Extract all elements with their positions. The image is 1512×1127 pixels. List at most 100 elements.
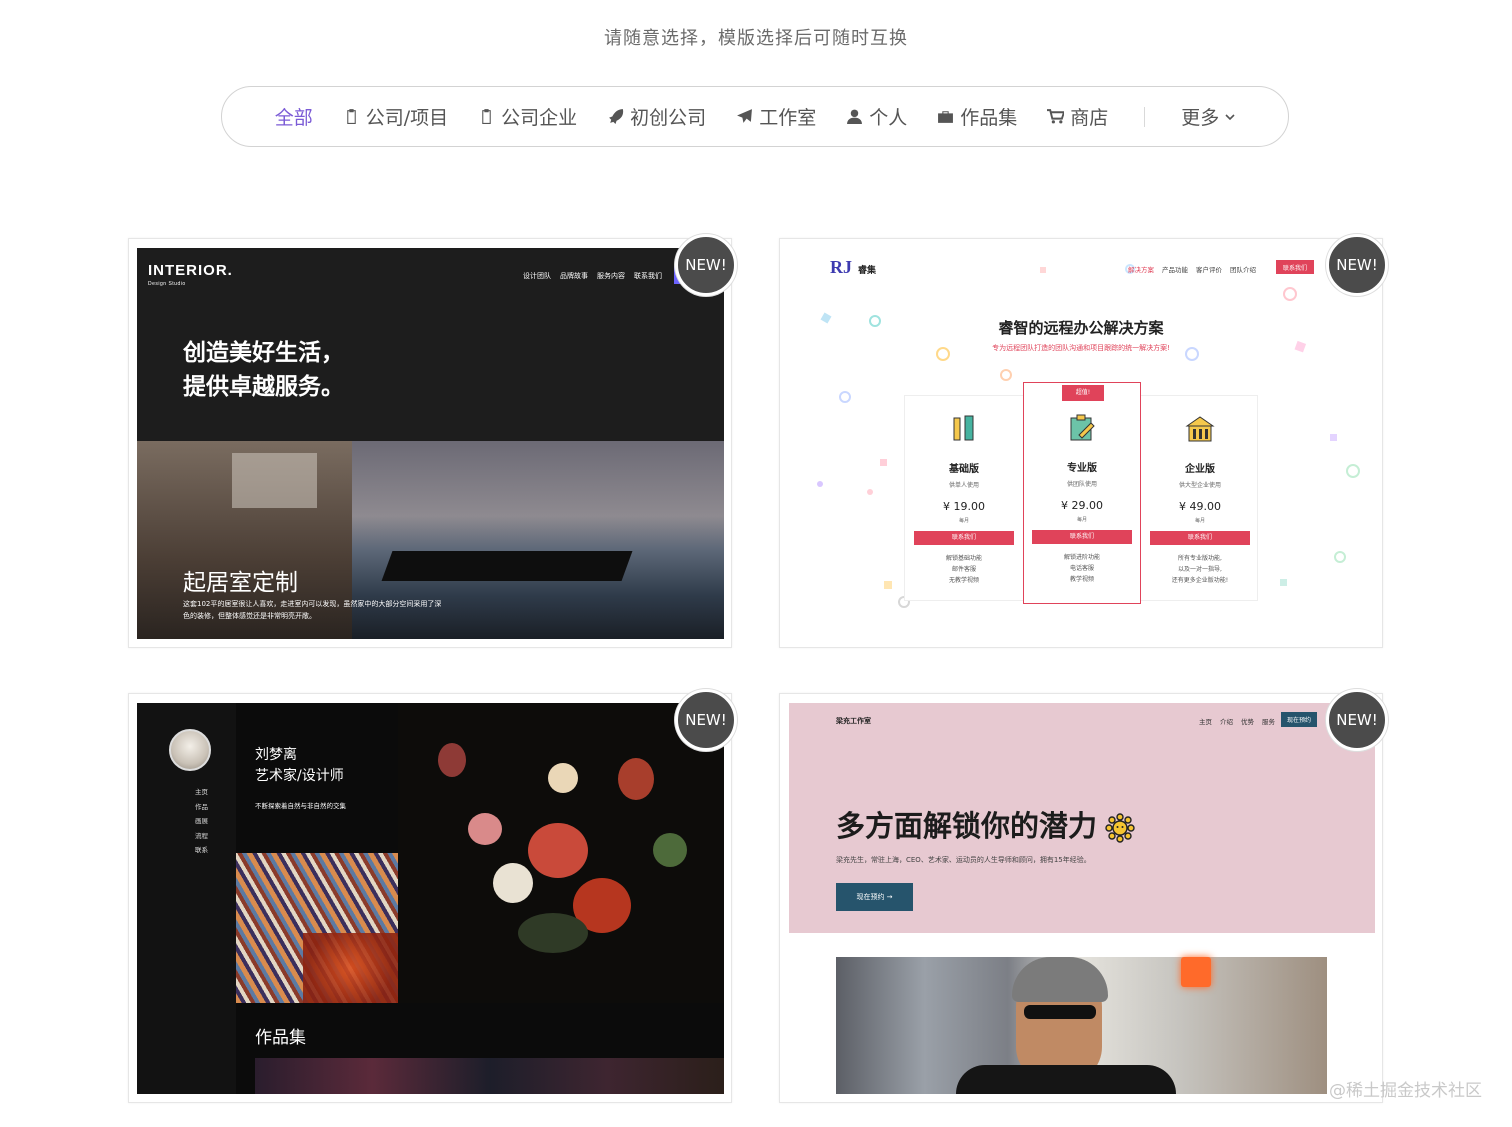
nav-item: 介绍: [1220, 718, 1233, 726]
plan-cta: 联系我们: [1150, 531, 1250, 545]
plan-period: 每月: [1194, 518, 1205, 524]
template-card-coach[interactable]: 梁充工作室 主页 介绍 优势 服务 现在预约 多方面解锁你的潜力 梁充先生，常驻…: [779, 689, 1388, 1103]
logo-text: INTERIOR.: [148, 262, 233, 279]
flower-bloom: [438, 743, 466, 777]
preview-nav: 主页 介绍 优势 服务: [1199, 716, 1275, 726]
filter-startup[interactable]: 初创公司: [607, 103, 706, 130]
template-card-interior[interactable]: INTERIOR. Design Studio 设计团队 品牌故事 服务内容 联系…: [128, 234, 737, 648]
plan-feature: 电话客服: [1069, 565, 1094, 572]
hero-section: 梁充工作室 主页 介绍 优势 服务 现在预约 多方面解锁你的潜力 梁充先生，常驻…: [789, 703, 1375, 933]
plan-tag: 超值!: [1062, 385, 1104, 401]
briefcase-icon: [938, 111, 954, 123]
brand-name: 睿集: [858, 266, 877, 276]
nav-item: 团队介绍: [1230, 266, 1256, 274]
nav-item: 品牌故事: [560, 272, 588, 280]
hero-cta: 现在预约 →: [836, 883, 913, 911]
artist-tagline: 不断探索着自然与非自然的交集: [255, 802, 346, 810]
filter-label: 初创公司: [630, 107, 707, 129]
flower-bloom: [468, 813, 502, 845]
template-preview: 主页 作品 画展 流程 联系 刘梦离艺术家/设计师 不断探索着自然与非自然的交集…: [137, 703, 724, 1094]
filter-enterprise[interactable]: 公司企业: [478, 103, 577, 130]
template-card-saas[interactable]: RJ 睿集 解决方案 产品功能 客户评价 团队介绍 联系我们 睿智的远程办公解决…: [779, 234, 1388, 648]
nav-item: 服务: [1262, 718, 1275, 726]
artwork-strip: [255, 1058, 724, 1094]
plan-feature: 邮件客服: [951, 566, 976, 573]
nav-item: 设计团队: [523, 272, 551, 280]
plan-desc: 供单人使用: [948, 482, 979, 489]
filter-company-project[interactable]: 公司/项目: [343, 103, 448, 130]
flower-bloom: [653, 833, 687, 867]
brand-logo: RJ: [830, 257, 852, 277]
flower-bloom: [528, 823, 588, 878]
plan-price: ¥ 19.00: [943, 500, 985, 513]
preview-logo: INTERIOR. Design Studio: [148, 262, 233, 287]
new-badge: NEW!: [1326, 234, 1388, 296]
flower-bloom: [518, 913, 588, 953]
template-card-artist[interactable]: 主页 作品 画展 流程 联系 刘梦离艺术家/设计师 不断探索着自然与非自然的交集…: [128, 689, 737, 1103]
plan-feature: 无教学视频: [948, 577, 979, 584]
contact-button: 联系我们: [1276, 260, 1314, 274]
filter-portfolio[interactable]: 作品集: [937, 103, 1017, 130]
new-badge: NEW!: [675, 689, 737, 751]
clipboard-icon: [482, 109, 491, 124]
plan-period: 每月: [958, 518, 969, 524]
category-filter-bar: 全部 公司/项目 公司企业 初创公司 工作室 个人 作品集 商店 更多: [221, 86, 1289, 147]
book-button: 现在预约: [1281, 712, 1317, 727]
plan-features: 解锁进阶功能 电话客服 教学视频: [1024, 552, 1140, 585]
plan-name: 专业版: [1067, 463, 1097, 474]
plan-period: 每月: [1076, 517, 1087, 523]
divider: [1144, 106, 1146, 127]
plan-enterprise: 企业版 供大型企业使用 ¥ 49.00 每月 联系我们 所有专业版功能, 以及一对…: [1141, 396, 1259, 602]
plan-features: 所有专业版功能, 以及一对一指导, 还有更多企业版功能!: [1141, 553, 1259, 586]
sidebar: 主页 作品 画展 流程 联系: [137, 703, 236, 1094]
clipboard-icon: [347, 109, 356, 124]
filter-label: 商店: [1070, 107, 1109, 129]
more-dropdown[interactable]: 更多: [1181, 103, 1235, 130]
plan-pro: 超值! 专业版 供团队使用 ¥ 29.00 每月 联系我们 解锁进阶功能 电话客服…: [1023, 382, 1141, 604]
clipboard-pen-icon: [1070, 414, 1095, 441]
user-icon: [847, 109, 863, 124]
hero-title-text: 多方面解锁你的潜力: [836, 809, 1098, 843]
pricing-table: 基础版 供单人使用 ¥ 19.00 每月 联系我们 解锁基础功能 邮件客服无教学视…: [904, 382, 1259, 604]
filter-label: 工作室: [759, 107, 817, 129]
rocket-icon: [609, 109, 624, 124]
logo-subtext: Design Studio: [148, 281, 186, 287]
plan-cta: 联系我们: [1032, 530, 1132, 544]
sun-flower-icon: [1105, 813, 1135, 843]
hero-desc: 梁充先生，常驻上海，CEO、艺术家、运动员的人生导师和顾问，拥有15年经验。: [836, 856, 1091, 864]
filter-personal[interactable]: 个人: [846, 103, 907, 130]
menu-item: 主页: [195, 788, 208, 796]
nav-item: 产品功能: [1162, 266, 1188, 274]
filter-shop[interactable]: 商店: [1047, 103, 1108, 130]
flower-bloom: [548, 763, 578, 793]
photo-table: [381, 551, 633, 581]
hero-title: 多方面解锁你的潜力: [836, 803, 1135, 845]
preview-nav: 设计团队 品牌故事 服务内容 联系我们: [523, 271, 662, 281]
artist-name: 刘梦离艺术家/设计师: [255, 745, 344, 787]
plan-feature: 还有更多企业版功能!: [1171, 577, 1229, 584]
artist-name-line: 刘梦离: [255, 747, 297, 763]
plan-price: ¥ 29.00: [1061, 499, 1103, 512]
artist-title-line: 艺术家/设计师: [255, 768, 344, 784]
brand-name: 梁充工作室: [836, 717, 871, 725]
hero-subtitle: 专为远程团队打造的团队沟通和项目跟踪的统一解决方案!: [992, 344, 1170, 352]
paper-plane-icon: [737, 109, 753, 123]
plan-feature: 教学视频: [1069, 576, 1094, 583]
section-label: 作品集: [255, 1028, 306, 1048]
filter-all[interactable]: 全部: [275, 103, 313, 130]
filter-studio[interactable]: 工作室: [736, 103, 816, 130]
flower-bloom: [493, 863, 533, 903]
portrait-photo: [836, 957, 1327, 1094]
traffic-light: [1181, 957, 1211, 987]
new-badge: NEW!: [1326, 689, 1388, 751]
plan-desc: 供团队使用: [1066, 481, 1097, 488]
more-label: 更多: [1181, 107, 1220, 129]
cart-icon: [1047, 109, 1065, 124]
template-preview: 梁充工作室 主页 介绍 优势 服务 现在预约 多方面解锁你的潜力 梁充先生，常驻…: [789, 703, 1375, 1094]
plan-feature: 解锁基础功能: [945, 555, 982, 562]
plan-name: 基础版: [949, 464, 979, 475]
pen-ruler-icon: [953, 415, 974, 441]
building-icon: [1185, 416, 1215, 442]
nav-item: 优势: [1241, 718, 1254, 726]
photo-shirt: [956, 1065, 1176, 1094]
